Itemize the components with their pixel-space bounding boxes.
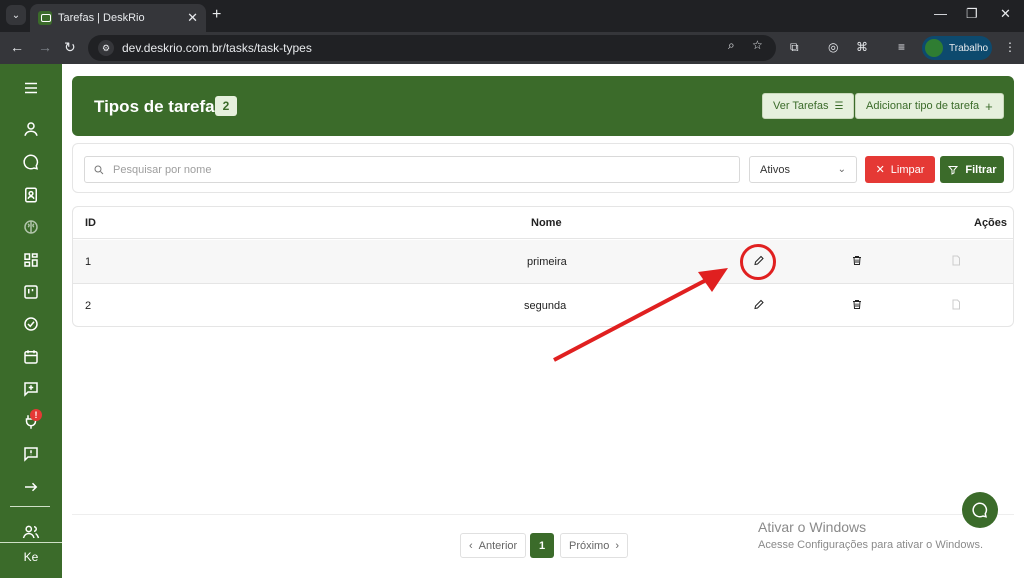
clear-label: Limpar bbox=[890, 163, 925, 176]
minimize-icon[interactable]: — bbox=[934, 6, 947, 21]
filter-bar: Pesquisar por nome Ativos ⌄ ✕ Limpar Fil… bbox=[72, 143, 1014, 193]
alert-badge: ! bbox=[30, 409, 42, 421]
close-icon: ✕ bbox=[875, 164, 885, 176]
edit-pencil-icon[interactable] bbox=[753, 299, 765, 314]
plus-icon: + bbox=[985, 98, 993, 114]
bookmark-star-icon[interactable]: ☆ bbox=[752, 38, 763, 52]
avatar bbox=[925, 39, 943, 57]
page-header: Tipos de tarefa 2 Ver Tarefas ☰ Adiciona… bbox=[72, 76, 1014, 136]
status-select[interactable]: Ativos ⌄ bbox=[749, 156, 857, 183]
pagination-divider bbox=[72, 514, 1014, 515]
windows-activation-watermark: Ativar o Windows Acesse Configurações pa… bbox=[758, 519, 983, 551]
browser-toolbar: ← → ↻ ⚙ dev.deskrio.com.br/tasks/task-ty… bbox=[0, 32, 1024, 64]
restore-icon[interactable]: ❐ bbox=[966, 6, 978, 22]
chevron-down-icon: ⌄ bbox=[837, 164, 846, 175]
next-label: Próximo bbox=[569, 539, 610, 552]
watermark-subtitle: Acesse Configurações para ativar o Windo… bbox=[758, 539, 983, 551]
calendar-icon[interactable] bbox=[0, 342, 62, 372]
task-types-table: ID Nome Ações 1 primeira 2 segunda bbox=[72, 206, 1014, 327]
current-page[interactable]: 1 bbox=[530, 533, 554, 558]
watermark-title: Ativar o Windows bbox=[758, 519, 867, 535]
previous-label: Anterior bbox=[478, 539, 518, 552]
menu-kebab-icon[interactable]: ⋮ bbox=[1004, 40, 1016, 54]
annotation-circle bbox=[740, 244, 776, 280]
translate-icon[interactable]: ⌘ bbox=[856, 40, 868, 54]
hamburger-menu-icon[interactable] bbox=[0, 73, 62, 103]
page-title: Tipos de tarefa bbox=[94, 97, 215, 116]
chevron-left-icon: ‹ bbox=[469, 539, 473, 552]
zoom-icon[interactable]: ⌕ bbox=[728, 38, 735, 53]
incognito-icon[interactable]: ◎ bbox=[828, 40, 838, 54]
task-check-icon[interactable] bbox=[0, 309, 62, 339]
view-tasks-label: Ver Tarefas bbox=[773, 100, 829, 112]
feedback-icon[interactable] bbox=[0, 439, 62, 469]
table-row: 2 segunda bbox=[73, 284, 1013, 326]
new-tab-icon[interactable]: + bbox=[212, 6, 221, 24]
message-add-icon[interactable] bbox=[0, 374, 62, 404]
contact-card-icon[interactable] bbox=[0, 180, 62, 210]
url-text: dev.deskrio.com.br/tasks/task-types bbox=[122, 41, 312, 55]
sidebar-divider bbox=[10, 506, 50, 507]
status-select-value: Ativos bbox=[760, 163, 790, 176]
column-header-id: ID bbox=[85, 216, 96, 229]
task-list-icon: ☰ bbox=[834, 100, 844, 112]
browser-tab-strip: ⌄ Tarefas | DeskRio ✕ + — ❐ ✕ bbox=[0, 0, 1024, 32]
delete-trash-icon[interactable] bbox=[851, 299, 863, 314]
chat-bubble-icon[interactable] bbox=[0, 147, 62, 177]
profile-button[interactable]: Trabalho bbox=[922, 36, 992, 60]
deskrio-favicon-icon bbox=[38, 11, 52, 25]
search-icon bbox=[94, 165, 104, 174]
column-header-name: Nome bbox=[531, 216, 562, 229]
chevron-right-icon: › bbox=[615, 539, 620, 552]
address-bar[interactable]: ⚙ dev.deskrio.com.br/tasks/task-types bbox=[88, 35, 776, 61]
row-id: 2 bbox=[85, 300, 92, 312]
clear-button[interactable]: ✕ Limpar bbox=[865, 156, 935, 183]
tab-close-icon[interactable]: ✕ bbox=[187, 10, 198, 26]
browser-tab[interactable]: Tarefas | DeskRio ✕ bbox=[30, 4, 206, 32]
view-tasks-button[interactable]: Ver Tarefas ☰ bbox=[762, 93, 855, 119]
sidebar: ! Ke bbox=[0, 64, 62, 578]
tab-search-icon[interactable]: ⌄ bbox=[6, 5, 26, 25]
chat-fab-button[interactable] bbox=[962, 492, 998, 528]
next-page-button[interactable]: Próximo › bbox=[560, 533, 629, 558]
funnel-icon bbox=[948, 165, 959, 175]
main-content: Tipos de tarefa 2 Ver Tarefas ☰ Adiciona… bbox=[62, 64, 1024, 578]
filter-button[interactable]: Filtrar bbox=[940, 156, 1004, 183]
user-initials[interactable]: Ke bbox=[0, 550, 62, 564]
sidebar-divider bbox=[0, 542, 62, 543]
document-icon[interactable] bbox=[950, 299, 962, 314]
document-icon[interactable] bbox=[950, 254, 962, 269]
user-icon[interactable] bbox=[0, 114, 62, 144]
add-task-type-label: Adicionar tipo de tarefa bbox=[866, 100, 980, 112]
add-task-type-button[interactable]: Adicionar tipo de tarefa + bbox=[855, 93, 1004, 119]
extensions-icon[interactable]: ⧉ bbox=[790, 40, 799, 55]
table-header: ID Nome Ações bbox=[73, 207, 1013, 239]
kanban-board-icon[interactable] bbox=[0, 277, 62, 307]
delete-trash-icon[interactable] bbox=[851, 254, 863, 269]
previous-page-button[interactable]: ‹ Anterior bbox=[460, 533, 527, 558]
brain-icon[interactable] bbox=[0, 212, 62, 242]
filter-label: Filtrar bbox=[965, 163, 997, 176]
search-placeholder: Pesquisar por nome bbox=[113, 163, 212, 176]
back-icon[interactable]: ← bbox=[10, 39, 24, 55]
count-badge: 2 bbox=[215, 96, 237, 116]
row-id: 1 bbox=[85, 255, 92, 268]
media-icon[interactable]: ≡ bbox=[898, 40, 905, 54]
reload-icon[interactable]: ↻ bbox=[64, 39, 76, 56]
profile-label: Trabalho bbox=[949, 42, 989, 54]
chat-icon bbox=[972, 502, 988, 518]
table-row: 1 primeira bbox=[73, 240, 1013, 284]
tab-title: Tarefas | DeskRio bbox=[58, 12, 145, 24]
logout-arrow-icon[interactable] bbox=[0, 472, 62, 502]
annotation-arrow bbox=[553, 268, 728, 362]
window-close-icon[interactable]: ✕ bbox=[1000, 6, 1011, 22]
forward-icon[interactable]: → bbox=[38, 39, 52, 55]
column-header-actions: Ações bbox=[974, 216, 1008, 229]
site-info-icon[interactable]: ⚙ bbox=[98, 40, 114, 56]
dashboard-grid-icon[interactable] bbox=[0, 245, 62, 275]
search-input[interactable]: Pesquisar por nome bbox=[84, 156, 740, 183]
